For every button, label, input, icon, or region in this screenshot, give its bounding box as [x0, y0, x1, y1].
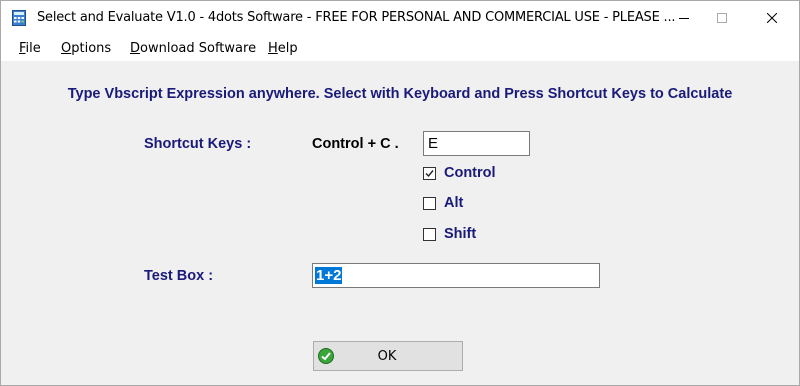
menu-file[interactable]: File [19, 41, 41, 56]
close-icon [767, 13, 777, 23]
ok-label: OK [377, 349, 397, 364]
maximize-icon [717, 13, 727, 23]
test-box-label: Test Box : [144, 268, 214, 284]
control-checkbox[interactable] [423, 166, 436, 180]
menu-download-software[interactable]: Download Software [130, 41, 256, 56]
current-shortcut-text: Control + C . [312, 136, 399, 152]
shift-label: Shift [444, 226, 477, 242]
shift-checkbox-row[interactable]: Shift [423, 226, 476, 242]
app-window: Select and Evaluate V1.0 - 4dots Softwar… [0, 0, 800, 386]
test-box-selected-text: 1+2 [315, 267, 343, 284]
minimize-icon [679, 18, 689, 19]
control-checkbox-row[interactable]: Control [423, 165, 496, 181]
instruction-headline: Type Vbscript Expression anywhere. Selec… [67, 86, 733, 102]
shortcut-key-value: E [428, 135, 439, 152]
shift-checkbox[interactable] [423, 227, 436, 241]
alt-checkbox-row[interactable]: Alt [423, 195, 463, 211]
title-bar[interactable]: Select and Evaluate V1.0 - 4dots Softwar… [1, 1, 799, 35]
menu-options[interactable]: Options [61, 41, 111, 56]
close-button[interactable] [749, 1, 795, 35]
menu-bar: File Options Download Software Help [1, 35, 799, 61]
window-title: Select and Evaluate V1.0 - 4dots Softwar… [37, 10, 676, 25]
control-label: Control [444, 165, 496, 181]
alt-checkbox[interactable] [423, 196, 436, 210]
shortcut-key-input[interactable]: E [423, 131, 530, 156]
test-box-input[interactable]: 1+2 [312, 263, 600, 288]
ok-button[interactable]: OK [313, 341, 463, 371]
menu-help[interactable]: Help [268, 41, 298, 56]
calculator-icon [12, 10, 26, 26]
checkmark-icon [425, 169, 434, 177]
maximize-button[interactable] [699, 1, 745, 35]
shortcut-keys-label: Shortcut Keys : [144, 136, 252, 152]
alt-label: Alt [444, 195, 464, 211]
